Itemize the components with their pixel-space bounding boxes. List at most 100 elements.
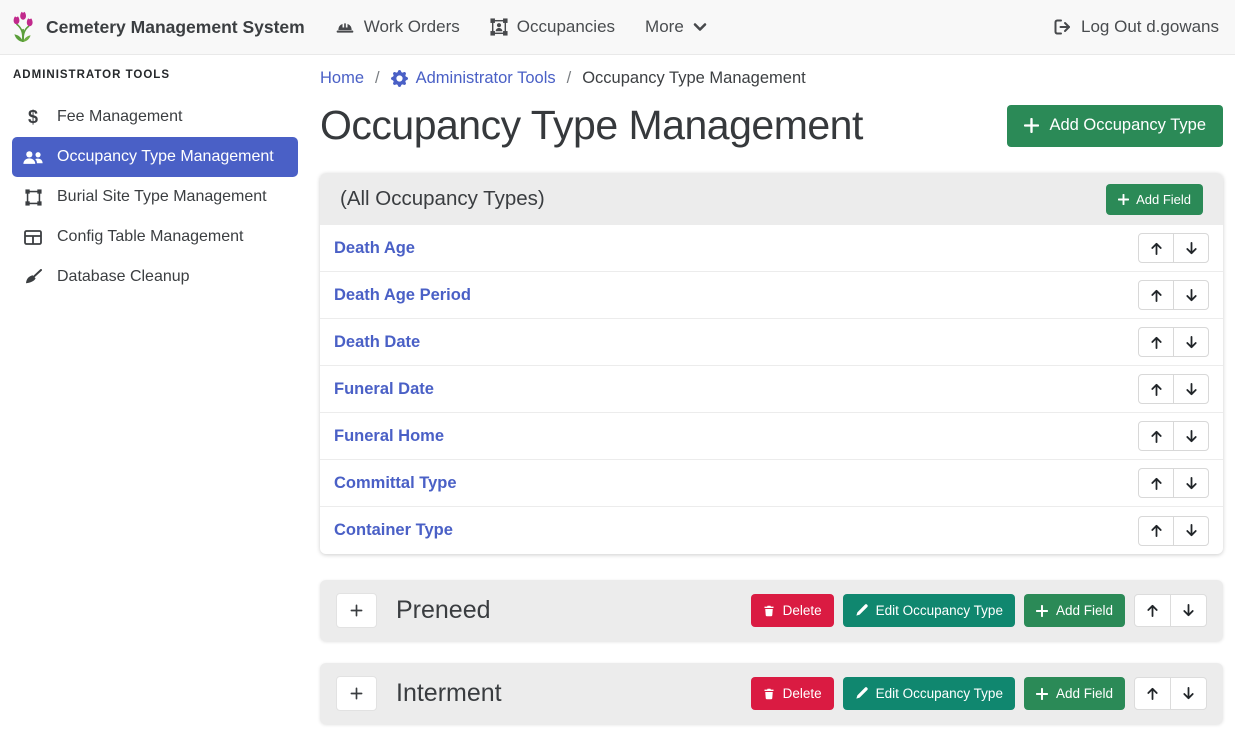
dollar-icon: $ bbox=[22, 108, 44, 126]
sidebar-item-fee-management[interactable]: $ Fee Management bbox=[12, 97, 298, 137]
sidebar-item-config-table-management[interactable]: Config Table Management bbox=[12, 217, 298, 257]
sidebar-item-label: Occupancy Type Management bbox=[57, 148, 274, 166]
card-title: (All Occupancy Types) bbox=[340, 187, 545, 211]
plus-icon bbox=[1036, 605, 1048, 617]
top-navbar: Cemetery Management System Work Orders O… bbox=[0, 0, 1235, 55]
reorder-controls bbox=[1138, 233, 1209, 263]
delete-button[interactable]: Delete bbox=[751, 677, 834, 710]
sidebar-item-label: Database Cleanup bbox=[57, 268, 190, 286]
brand-title: Cemetery Management System bbox=[46, 17, 305, 38]
gear-icon bbox=[391, 70, 408, 87]
logout-label: Log Out d.gowans bbox=[1081, 17, 1219, 37]
expand-button[interactable] bbox=[336, 593, 377, 628]
breadcrumb-current: Occupancy Type Management bbox=[582, 69, 806, 88]
move-up-button[interactable] bbox=[1138, 421, 1174, 451]
reorder-controls bbox=[1138, 327, 1209, 357]
trash-icon bbox=[763, 687, 775, 701]
move-down-button[interactable] bbox=[1173, 468, 1209, 498]
field-row: Container Type bbox=[320, 507, 1223, 554]
pencil-icon bbox=[855, 604, 868, 617]
nav-work-orders-label: Work Orders bbox=[364, 17, 460, 37]
field-row: Funeral Date bbox=[320, 366, 1223, 413]
field-row: Funeral Home bbox=[320, 413, 1223, 460]
move-down-button[interactable] bbox=[1173, 516, 1209, 546]
sign-out-icon bbox=[1054, 19, 1072, 35]
field-row: Death Age Period bbox=[320, 272, 1223, 319]
move-down-button[interactable] bbox=[1170, 677, 1207, 710]
move-up-button[interactable] bbox=[1138, 516, 1174, 546]
sidebar-item-occupancy-type-management[interactable]: Occupancy Type Management bbox=[12, 137, 298, 177]
main-content: Home / Administrator Tools / Occupancy T… bbox=[310, 55, 1235, 738]
field-link[interactable]: Death Date bbox=[334, 333, 420, 352]
brand[interactable]: Cemetery Management System bbox=[10, 11, 305, 43]
move-down-button[interactable] bbox=[1173, 280, 1209, 310]
page-title: Occupancy Type Management bbox=[320, 102, 863, 149]
field-link[interactable]: Container Type bbox=[334, 521, 453, 540]
chevron-down-icon bbox=[693, 22, 707, 32]
pencil-icon bbox=[855, 687, 868, 700]
nav-more-label: More bbox=[645, 17, 684, 37]
move-up-button[interactable] bbox=[1138, 374, 1174, 404]
add-field-button[interactable]: Add Field bbox=[1024, 677, 1125, 710]
move-up-button[interactable] bbox=[1134, 594, 1171, 627]
sidebar-item-label: Config Table Management bbox=[57, 228, 244, 246]
occupancy-type-section-preneed: Preneed Delete Edit Occupancy Type bbox=[320, 580, 1223, 641]
sidebar-heading: ADMINISTRATOR TOOLS bbox=[0, 69, 310, 81]
plus-icon bbox=[1118, 194, 1129, 205]
hard-hat-icon bbox=[335, 20, 355, 35]
reorder-controls bbox=[1138, 280, 1209, 310]
move-down-button[interactable] bbox=[1173, 233, 1209, 263]
logout-button[interactable]: Log Out d.gowans bbox=[1054, 17, 1219, 37]
move-up-button[interactable] bbox=[1138, 280, 1174, 310]
move-up-button[interactable] bbox=[1138, 233, 1174, 263]
tulip-logo-icon bbox=[10, 11, 36, 43]
move-up-button[interactable] bbox=[1134, 677, 1171, 710]
nav-work-orders[interactable]: Work Orders bbox=[335, 17, 460, 37]
card-header: (All Occupancy Types) Add Field bbox=[320, 173, 1223, 225]
add-field-button[interactable]: Add Field bbox=[1024, 594, 1125, 627]
expand-button[interactable] bbox=[336, 676, 377, 711]
breadcrumb-home[interactable]: Home bbox=[320, 69, 364, 88]
field-link[interactable]: Committal Type bbox=[334, 474, 457, 493]
add-field-button[interactable]: Add Field bbox=[1106, 184, 1203, 215]
sidebar-item-database-cleanup[interactable]: Database Cleanup bbox=[12, 257, 298, 297]
move-down-button[interactable] bbox=[1170, 594, 1207, 627]
reorder-controls bbox=[1138, 468, 1209, 498]
delete-button[interactable]: Delete bbox=[751, 594, 834, 627]
sidebar-item-label: Burial Site Type Management bbox=[57, 188, 267, 206]
reorder-controls bbox=[1134, 677, 1207, 710]
sidebar-item-burial-site-type-management[interactable]: Burial Site Type Management bbox=[12, 177, 298, 217]
field-link[interactable]: Death Age bbox=[334, 239, 415, 258]
reorder-controls bbox=[1138, 516, 1209, 546]
move-down-button[interactable] bbox=[1173, 327, 1209, 357]
field-row: Death Date bbox=[320, 319, 1223, 366]
sidebar: ADMINISTRATOR TOOLS $ Fee Management Occ… bbox=[0, 55, 310, 738]
move-up-button[interactable] bbox=[1138, 327, 1174, 357]
plus-icon bbox=[1024, 118, 1039, 133]
table-icon bbox=[22, 230, 44, 245]
move-down-button[interactable] bbox=[1173, 374, 1209, 404]
plus-icon bbox=[1036, 688, 1048, 700]
section-actions: Delete Edit Occupancy Type Add Field bbox=[751, 594, 1207, 627]
field-link[interactable]: Funeral Home bbox=[334, 427, 444, 446]
reorder-controls bbox=[1138, 374, 1209, 404]
breadcrumb-administrator-tools[interactable]: Administrator Tools bbox=[391, 69, 556, 88]
move-up-button[interactable] bbox=[1138, 468, 1174, 498]
move-down-button[interactable] bbox=[1173, 421, 1209, 451]
field-link[interactable]: Funeral Date bbox=[334, 380, 434, 399]
edit-occupancy-type-button[interactable]: Edit Occupancy Type bbox=[843, 594, 1015, 627]
nav-occupancies[interactable]: Occupancies bbox=[490, 17, 615, 37]
all-occupancy-types-card: (All Occupancy Types) Add Field Death Ag… bbox=[320, 173, 1223, 554]
section-title: Interment bbox=[396, 679, 502, 708]
edit-occupancy-type-button[interactable]: Edit Occupancy Type bbox=[843, 677, 1015, 710]
reorder-controls bbox=[1134, 594, 1207, 627]
breadcrumb-separator: / bbox=[567, 69, 572, 88]
breadcrumb: Home / Administrator Tools / Occupancy T… bbox=[320, 69, 1223, 88]
field-link[interactable]: Death Age Period bbox=[334, 286, 471, 305]
add-occupancy-type-button[interactable]: Add Occupancy Type bbox=[1007, 105, 1223, 147]
breadcrumb-separator: / bbox=[375, 69, 380, 88]
vector-square-icon bbox=[22, 189, 44, 206]
field-row: Death Age bbox=[320, 225, 1223, 272]
nav-more[interactable]: More bbox=[645, 17, 707, 37]
sidebar-item-label: Fee Management bbox=[57, 108, 182, 126]
